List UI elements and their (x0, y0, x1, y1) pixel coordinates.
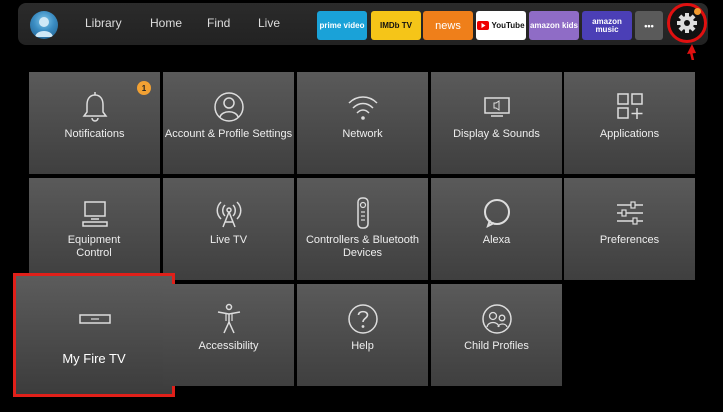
tile-network[interactable]: Network (297, 72, 428, 174)
user-icon (213, 92, 244, 122)
app-label: amazon kids (529, 20, 578, 30)
bell-icon (82, 92, 107, 122)
tile-help[interactable]: Help (297, 284, 428, 386)
tile-label: My Fire TV (62, 351, 126, 366)
tile-equipment-control[interactable]: Equipment Control (29, 178, 160, 280)
tile-label: Alexa (482, 234, 511, 246)
app-prime-video[interactable]: prime video (317, 11, 367, 40)
tile-label: Preferences (599, 234, 660, 246)
more-apps-icon: ••• (644, 20, 654, 31)
app-imdb-tv[interactable]: IMDb TV (371, 11, 421, 40)
sliders-icon (616, 201, 643, 225)
top-navigation-bar: Library Home Find Live prime video IMDb … (18, 3, 708, 45)
remote-icon (356, 197, 369, 229)
settings-button[interactable] (667, 3, 707, 43)
app-amazon-music[interactable]: amazon music (582, 11, 632, 40)
monitor-icon (483, 97, 510, 117)
app-news[interactable]: news (423, 11, 473, 40)
fire-tv-device-icon (79, 314, 111, 324)
child-profiles-icon (481, 304, 512, 334)
nav-find[interactable]: Find (207, 16, 230, 30)
tile-label: Child Profiles (464, 340, 529, 352)
tile-label: Live TV (209, 234, 248, 246)
nav-home[interactable]: Home (150, 16, 182, 30)
tile-label: Network (342, 128, 383, 140)
antenna-icon (216, 201, 241, 228)
notification-badge: 1 (137, 81, 151, 95)
tile-label: Account & Profile Settings (164, 128, 293, 140)
app-label: amazon music (592, 16, 622, 34)
alexa-icon (483, 199, 510, 228)
apps-grid-icon (616, 93, 643, 119)
tile-child-profiles[interactable]: Child Profiles (431, 284, 562, 386)
youtube-play-icon (477, 21, 490, 30)
tile-my-fire-tv[interactable]: My Fire TV (13, 273, 175, 397)
app-label: YouTube (491, 20, 525, 30)
more-apps-button[interactable]: ••• (635, 11, 663, 40)
tile-label: Applications (599, 128, 660, 140)
tile-label: Accessibility (198, 340, 259, 352)
tile-account-profile-settings[interactable]: Account & Profile Settings (163, 72, 294, 174)
tile-preferences[interactable]: Preferences (564, 178, 695, 280)
help-icon (347, 304, 378, 334)
tile-label: Display & Sounds (453, 128, 540, 140)
app-youtube[interactable]: YouTube (476, 11, 526, 40)
tile-controllers-bluetooth[interactable]: Controllers & Bluetooth Devices (297, 178, 428, 280)
app-label: IMDb TV (380, 20, 412, 30)
wifi-icon (347, 96, 378, 120)
tile-display-sounds[interactable]: Display & Sounds (431, 72, 562, 174)
tile-applications[interactable]: Applications (564, 72, 695, 174)
nav-library[interactable]: Library (85, 16, 122, 30)
nav-live[interactable]: Live (258, 16, 280, 30)
tile-accessibility[interactable]: Accessibility (163, 284, 294, 386)
tile-label: Help (351, 340, 374, 352)
notification-dot (694, 8, 701, 15)
tv-icon (81, 201, 108, 227)
app-amazon-kids[interactable]: amazon kids (529, 11, 579, 40)
tile-label: Controllers & Bluetooth Devices (305, 234, 420, 259)
tile-live-tv[interactable]: Live TV (163, 178, 294, 280)
tile-label: Notifications (64, 128, 125, 140)
accessibility-icon (217, 303, 240, 334)
profile-avatar[interactable] (30, 11, 58, 39)
tile-notifications[interactable]: 1 Notifications (29, 72, 160, 174)
app-label: news (435, 19, 461, 32)
avatar-person-icon (35, 17, 53, 37)
tile-alexa[interactable]: Alexa (431, 178, 562, 280)
app-label: prime video (319, 20, 365, 30)
tile-label: Equipment Control (67, 234, 121, 259)
